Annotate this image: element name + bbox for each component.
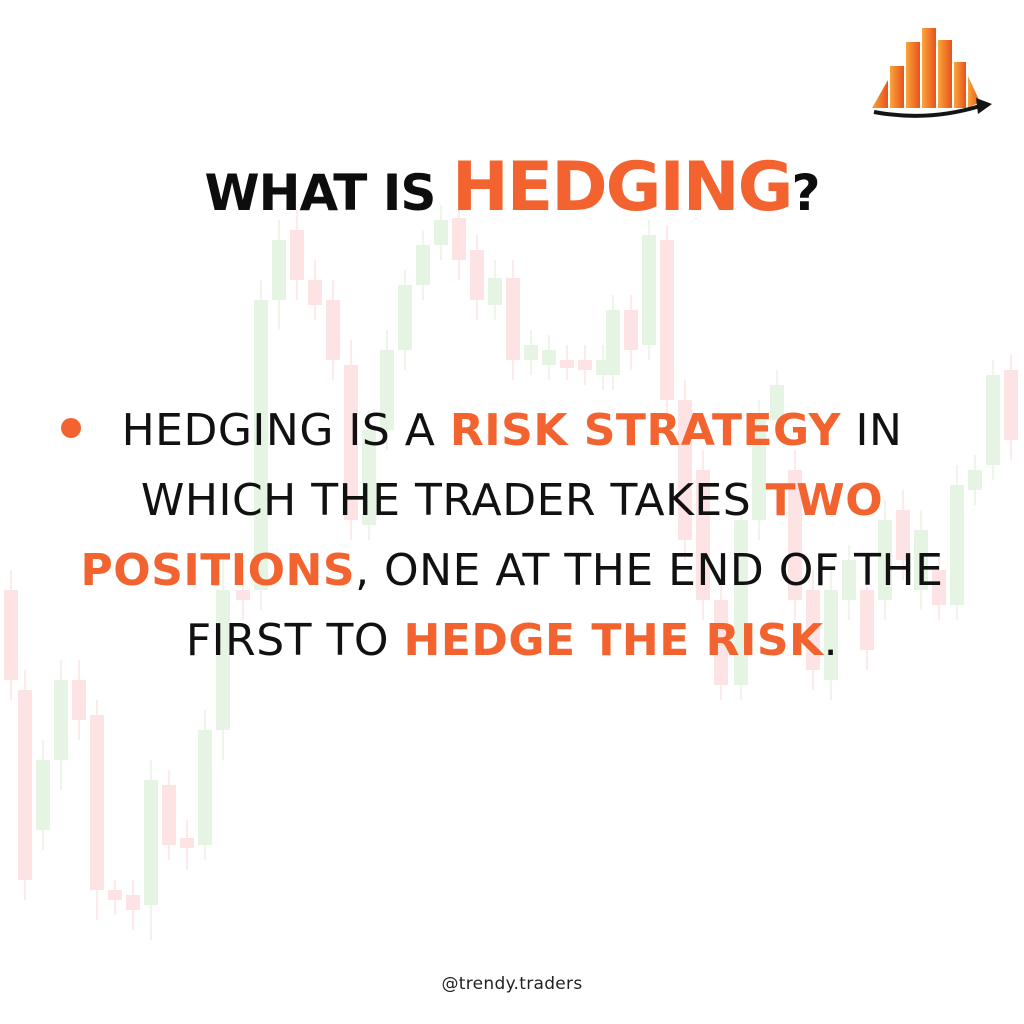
- candle-body: [578, 360, 592, 370]
- bullet-text: HEDGING IS A RISK STRATEGY IN WHICH THE …: [60, 396, 964, 676]
- candle-body: [416, 245, 430, 285]
- candle-body: [524, 345, 538, 360]
- candle-body: [326, 300, 340, 360]
- candle-body: [560, 360, 574, 368]
- bar-chart-logo-icon: [872, 28, 992, 118]
- candle-body: [272, 240, 286, 300]
- candle-body: [198, 730, 212, 845]
- candle-body: [506, 278, 520, 360]
- candle-body: [308, 280, 322, 305]
- social-handle: @trendy.traders: [441, 974, 583, 994]
- title-suffix: ?: [791, 164, 821, 222]
- candle-body: [660, 240, 674, 400]
- candle-body: [126, 895, 140, 910]
- title-prefix: WHAT IS: [204, 164, 452, 222]
- candle-body: [162, 785, 176, 845]
- candle-body: [642, 235, 656, 345]
- page-title: WHAT IS HEDGING?: [0, 148, 1024, 233]
- candle-body: [1004, 370, 1018, 440]
- title-highlight: HEDGING: [451, 148, 794, 227]
- candle-body: [488, 278, 502, 305]
- bullet-highlight: HEDGE THE RISK: [403, 615, 824, 666]
- candle-body: [290, 230, 304, 280]
- candle-body: [36, 760, 50, 830]
- bullet-segment: HEDGING IS A: [121, 405, 450, 456]
- candle-body: [108, 890, 122, 900]
- candle-body: [90, 715, 104, 890]
- candle-body: [606, 310, 620, 375]
- bullet-highlight: RISK STRATEGY: [449, 405, 842, 456]
- candle-body: [986, 375, 1000, 465]
- candle-body: [398, 285, 412, 350]
- candle-body: [144, 780, 158, 905]
- candle-body: [18, 690, 32, 880]
- candle-body: [4, 590, 18, 680]
- candle-body: [542, 350, 556, 365]
- candle-body: [180, 838, 194, 848]
- candle-body: [968, 470, 982, 490]
- candle-body: [624, 310, 638, 350]
- candle-body: [470, 250, 484, 300]
- candle-body: [72, 680, 86, 720]
- bullet-segment: .: [823, 615, 839, 666]
- candle-body: [54, 680, 68, 760]
